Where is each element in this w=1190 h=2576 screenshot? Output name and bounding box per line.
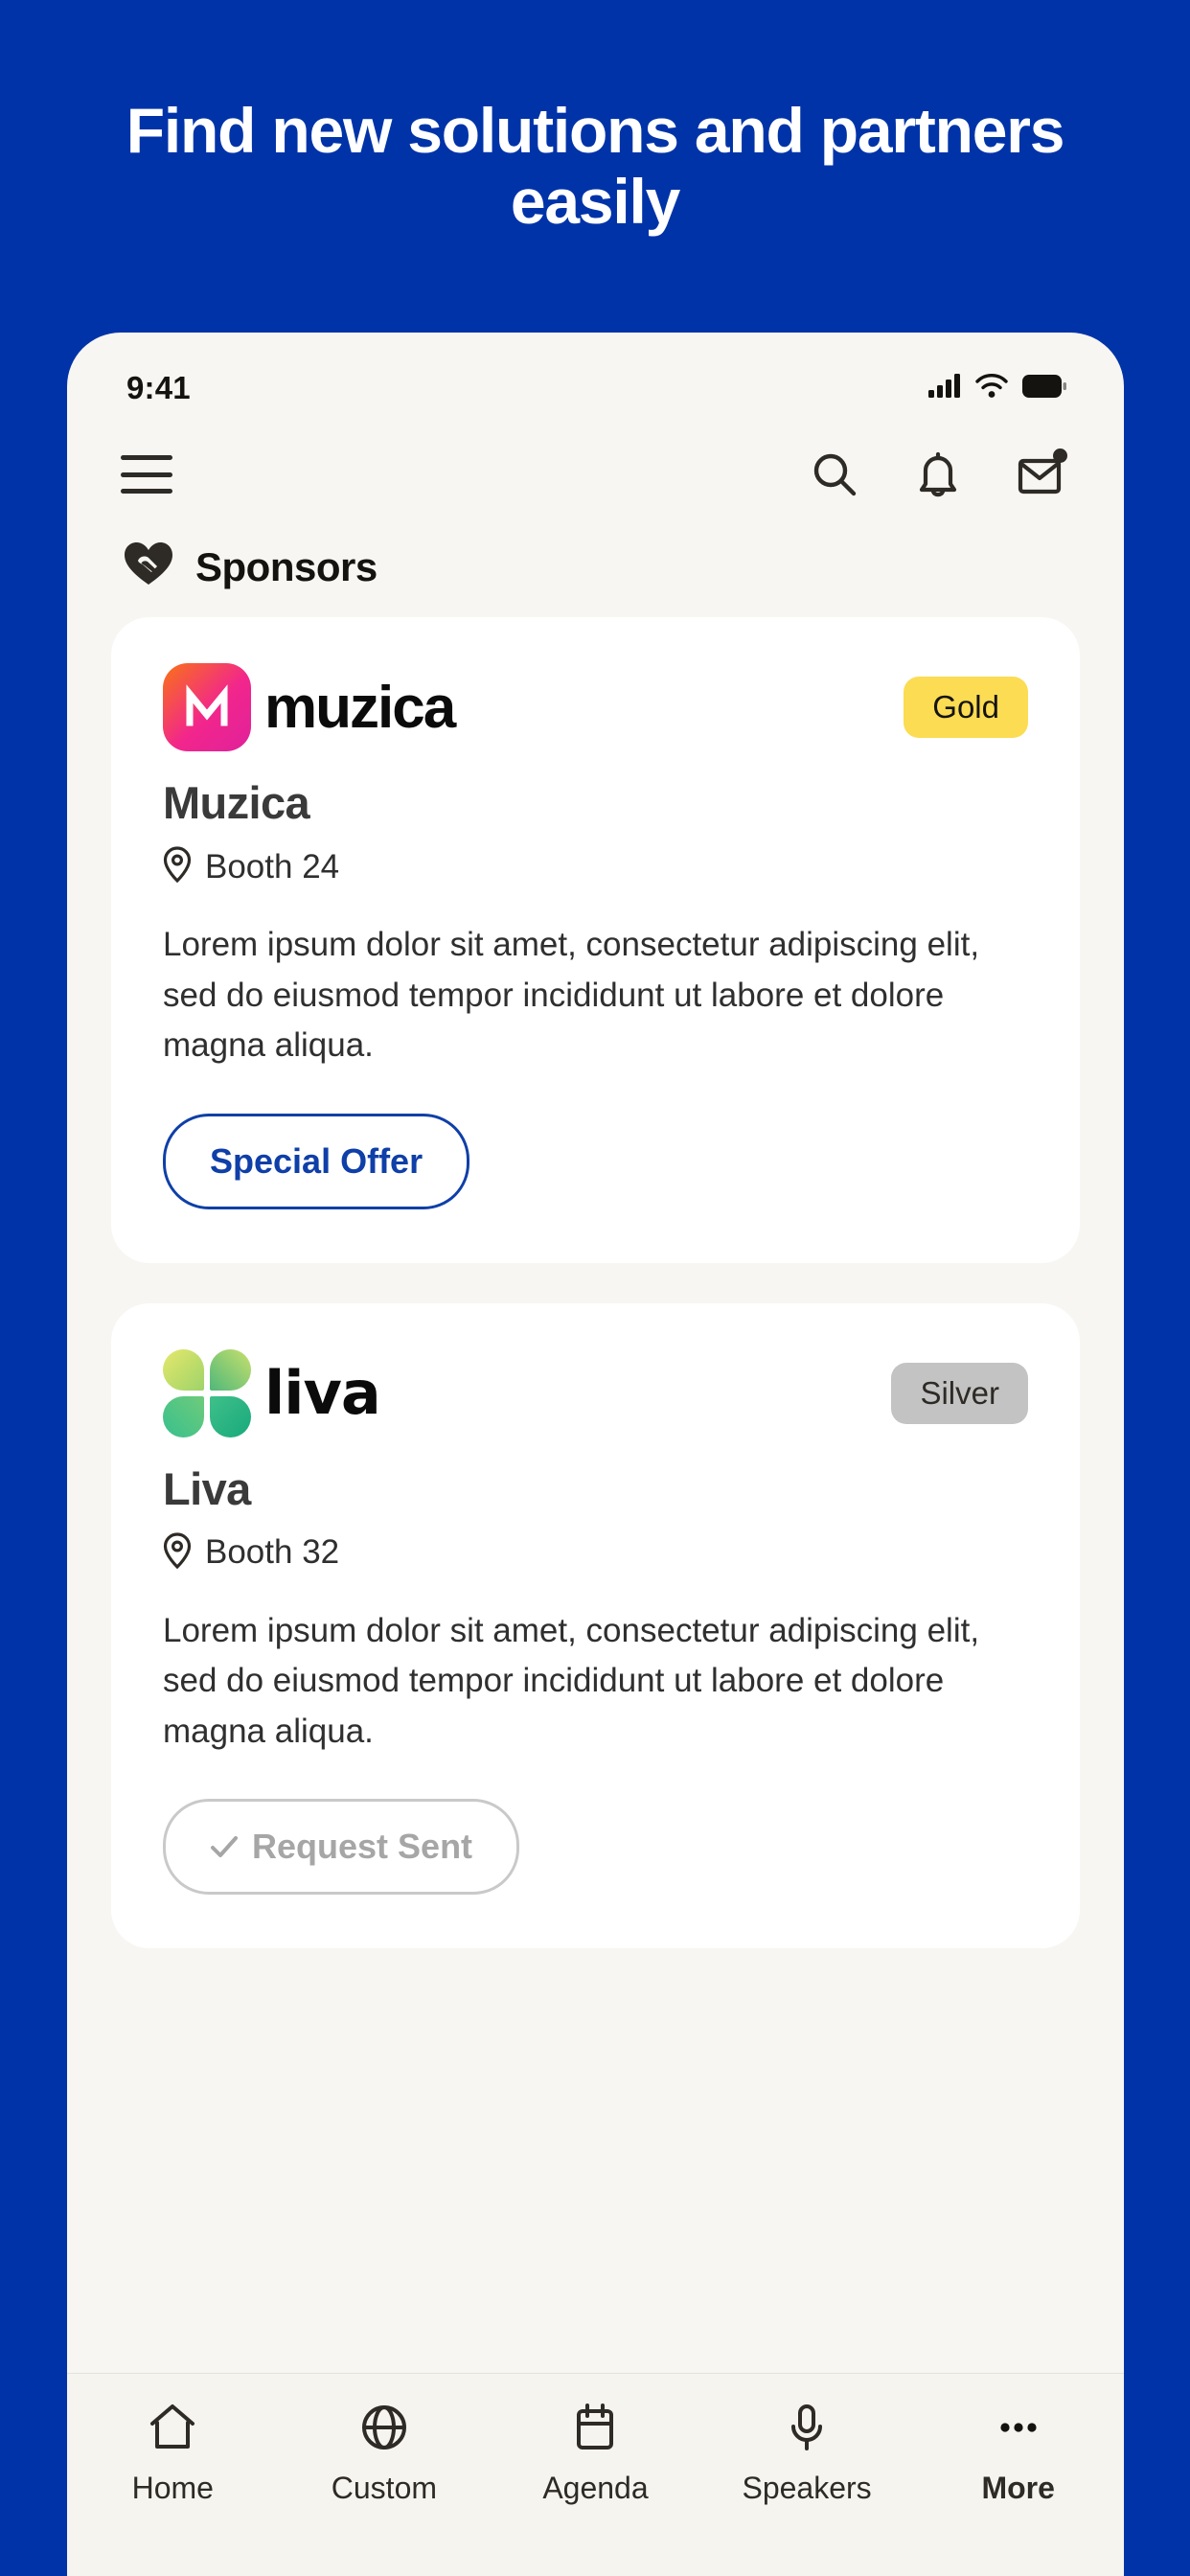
- sponsors-heart-icon: [123, 541, 174, 592]
- liva-logo: liva: [163, 1348, 381, 1438]
- wifi-icon: [975, 374, 1008, 402]
- cellular-signal-icon: [928, 374, 961, 402]
- liva-petal-bottom-left: [163, 1395, 204, 1438]
- location-pin-icon: [163, 1531, 192, 1574]
- top-nav-actions: [808, 448, 1068, 501]
- tab-label: Home: [131, 2471, 214, 2505]
- battery-icon: [1022, 374, 1066, 402]
- booth-info: Booth 32: [163, 1531, 1028, 1574]
- sponsor-name: Liva: [163, 1462, 251, 1514]
- status-time: 9:41: [126, 370, 191, 405]
- tab-label: Agenda: [542, 2471, 649, 2505]
- status-bar: 9:41: [67, 333, 1124, 421]
- muzica-logo-mark: [163, 663, 251, 751]
- promo-headline: Find new solutions and partners easily: [126, 95, 1065, 237]
- request-sent-label: Request Sent: [252, 1827, 473, 1866]
- liva-petal-top-right: [210, 1348, 251, 1391]
- card-header: liva Silver: [163, 1348, 1028, 1438]
- notifications-icon[interactable]: [911, 448, 965, 501]
- liva-petal-top-left: [163, 1348, 204, 1391]
- search-icon[interactable]: [808, 448, 861, 501]
- liva-wordmark: liva: [264, 1358, 381, 1428]
- booth-info: Booth 24: [163, 846, 1028, 887]
- app-top-nav: [67, 421, 1124, 528]
- hamburger-menu-icon[interactable]: [121, 455, 172, 494]
- tab-speakers[interactable]: Speakers: [701, 2403, 913, 2506]
- tab-home[interactable]: Home: [67, 2403, 279, 2506]
- home-icon: [147, 2403, 198, 2457]
- tab-label: More: [981, 2471, 1055, 2505]
- mail-icon[interactable]: [1015, 448, 1068, 501]
- page-title: Sponsors: [195, 543, 378, 589]
- muzica-logo: muzica: [163, 663, 456, 751]
- section-header: Sponsors: [67, 528, 1124, 617]
- sponsor-card-liva[interactable]: liva Silver Liva Booth 32 Lorem ipsum do…: [111, 1302, 1080, 1948]
- bottom-tab-bar: Home Custom Agenda Speakers More: [67, 2373, 1124, 2576]
- more-ellipsis-icon: [993, 2403, 1044, 2457]
- sponsor-description: Lorem ipsum dolor sit amet, consectetur …: [163, 1611, 980, 1750]
- special-offer-button[interactable]: Special Offer: [163, 1113, 470, 1209]
- tab-label: Custom: [331, 2471, 438, 2505]
- microphone-icon: [781, 2403, 833, 2457]
- status-badge: Gold: [904, 677, 1028, 738]
- globe-icon: [358, 2403, 410, 2457]
- booth-label: Booth 32: [205, 1533, 340, 1571]
- sponsor-name: Muzica: [163, 777, 310, 828]
- mail-unread-badge: [1053, 448, 1067, 463]
- tab-more[interactable]: More: [912, 2403, 1124, 2506]
- tab-label: Speakers: [742, 2471, 872, 2505]
- status-bar-icons: [928, 374, 1066, 402]
- booth-label: Booth 24: [205, 847, 340, 886]
- request-sent-button[interactable]: Request Sent: [163, 1799, 520, 1895]
- sponsor-card-muzica[interactable]: muzica Gold Muzica Booth 24 Lorem ipsum …: [111, 617, 1080, 1263]
- liva-petal-bottom-right: [210, 1395, 251, 1438]
- tab-custom[interactable]: Custom: [279, 2403, 491, 2506]
- check-icon: [210, 1827, 239, 1867]
- liva-logo-mark: [163, 1348, 251, 1438]
- muzica-wordmark: muzica: [264, 674, 456, 741]
- status-badge: Silver: [891, 1362, 1028, 1424]
- tab-agenda[interactable]: Agenda: [490, 2403, 701, 2506]
- card-header: muzica Gold: [163, 663, 1028, 751]
- phone-mockup: 9:41 Sponsors muzica Gold Muzica Booth 2…: [67, 333, 1124, 2576]
- sponsor-list[interactable]: muzica Gold Muzica Booth 24 Lorem ipsum …: [67, 617, 1124, 1948]
- calendar-icon: [569, 2403, 621, 2457]
- location-pin-icon: [163, 846, 192, 887]
- sponsor-description: Lorem ipsum dolor sit amet, consectetur …: [163, 926, 980, 1064]
